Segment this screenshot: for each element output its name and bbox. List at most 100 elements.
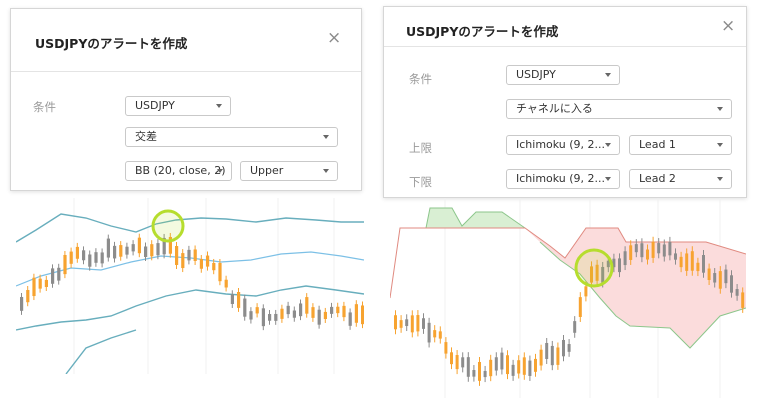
candle [156,243,160,256]
candle [361,305,364,325]
candle [317,309,321,325]
candle [311,307,315,318]
highlight-circle [151,209,185,243]
candle [646,249,649,260]
candle [280,308,284,319]
operator-select[interactable]: 交差 [125,127,338,147]
candle [299,303,303,317]
candle [336,306,340,314]
candle [489,359,493,377]
lower-bound-label: 下限 [409,175,432,189]
dialog-header: USDJPYのアラートを作成 × [11,9,361,72]
candle [741,292,745,308]
chevron-down-icon [323,169,329,173]
candle [255,307,259,314]
candle [438,331,442,339]
candle [286,305,290,315]
candle [578,297,582,317]
candle [268,314,272,321]
lower-indicator-value: Ichimoku (9, 2... [516,172,606,185]
candle [144,246,148,258]
candle [550,345,554,366]
candle [354,304,358,323]
dialog-title: USDJPYのアラートを作成 [35,36,188,51]
symbol-select[interactable]: USDJPY [506,65,620,85]
chevron-down-icon [717,143,723,147]
chevron-down-icon [323,135,329,139]
candle [724,269,728,284]
chevron-down-icon [717,107,723,111]
candle [206,255,210,267]
upper-indicator-value: Ichimoku (9, 2... [516,138,606,151]
candle [696,262,700,272]
candle [181,253,185,269]
symbol-select-value: USDJPY [516,68,556,81]
candle [137,237,141,254]
candle [125,246,129,255]
candle [261,308,265,327]
chevron-down-icon [605,73,611,77]
candle [274,313,278,321]
lower-indicator-select[interactable]: Ichimoku (9, 2... [506,169,620,189]
dialog-title: USDJPYのアラートを作成 [406,24,559,39]
candle [500,352,504,370]
candle [634,244,638,253]
candle [450,352,453,365]
candle [342,305,346,318]
chevron-down-icon [717,177,723,181]
band-select-value: Upper [250,164,284,177]
condition-label: 条件 [409,72,432,86]
candle [131,244,135,252]
candle [305,297,309,314]
alert-dialog-bollinger: USDJPYのアラートを作成 × 条件 USDJPY 交差 BB (20, cl… [10,8,362,191]
candle [405,319,409,327]
dialog-header: USDJPYのアラートを作成 × [384,7,746,43]
candle [483,370,487,378]
candle [175,246,179,265]
candle [584,286,588,297]
alert-dialog-ichimoku: USDJPYのアラートを作成 × 条件 USDJPY チャネルに入る 上限 Ic… [383,6,747,198]
candle [718,271,722,289]
candle [57,267,61,281]
candle [455,355,459,370]
close-icon[interactable]: × [721,18,735,35]
candle [150,244,154,257]
upper-indicator-select[interactable]: Ichimoku (9, 2... [506,135,620,155]
candle [224,279,228,288]
candle [416,315,420,332]
candle [618,258,621,273]
candle [422,318,425,329]
close-icon[interactable]: × [327,30,341,47]
candle [399,320,403,328]
ichimoku-chart [390,198,746,398]
candle [193,249,197,261]
candle [539,349,543,366]
indicator-select[interactable]: BB (20, close, 2) [125,161,232,181]
candle [685,253,689,271]
candle [427,322,431,343]
candle [679,256,683,268]
candle [640,243,644,258]
band-select[interactable]: Upper [240,161,338,181]
candle [651,241,655,258]
candle [51,268,55,284]
candle [528,360,532,376]
candle [707,268,711,281]
candle [522,357,526,375]
operator-select[interactable]: チャネルに入る [506,99,732,119]
chevron-down-icon [605,177,611,181]
candle [567,344,571,352]
lower-line-select[interactable]: Lead 2 [629,169,732,189]
candle [292,310,296,318]
upper-line-select[interactable]: Lead 1 [629,135,732,155]
chevron-down-icon [605,143,611,147]
candle [562,339,565,357]
candle [218,262,222,282]
candle [674,253,677,260]
bollinger-chart [16,198,364,374]
candle [20,296,24,311]
candle [517,360,521,374]
candle [494,357,498,371]
symbol-select[interactable]: USDJPY [125,96,231,116]
candle [735,289,739,296]
